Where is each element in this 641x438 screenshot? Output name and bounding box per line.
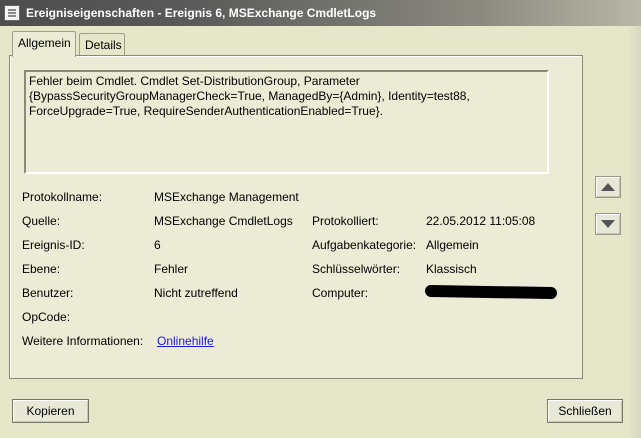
quelle-value: MSExchange CmdletLogs <box>154 214 293 228</box>
aufgabenkategorie-value: Allgemein <box>426 238 479 252</box>
ereignis-id-value: 6 <box>154 238 161 252</box>
event-description-textbox[interactable]: Fehler beim Cmdlet. Cmdlet Set-Distribut… <box>24 70 549 174</box>
description-line: Fehler beim Cmdlet. Cmdlet Set-Distribut… <box>29 74 360 88</box>
protokollname-label: Protokollname: <box>22 190 103 204</box>
benutzer-label: Benutzer: <box>22 286 74 300</box>
close-button[interactable]: Schließen <box>547 399 623 423</box>
next-event-button[interactable] <box>595 213 621 235</box>
window-title: Ereigniseigenschaften - Ereignis 6, MSEx… <box>26 6 377 20</box>
schluesselwoerter-value: Klassisch <box>426 262 477 276</box>
close-button-label: Schließen <box>558 404 612 418</box>
ereignis-id-label: Ereignis-ID: <box>22 238 85 252</box>
protokolliert-label: Protokolliert: <box>312 214 379 228</box>
copy-button-label: Kopieren <box>26 404 75 418</box>
arrow-up-icon <box>601 183 615 191</box>
weitere-informationen-label: Weitere Informationen: <box>22 334 144 348</box>
window-right-edge <box>628 26 641 438</box>
benutzer-value: Nicht zutreffend <box>154 286 238 300</box>
description-line: ForceUpgrade=True, RequireSenderAuthenti… <box>29 104 383 118</box>
quelle-label: Quelle: <box>22 214 61 228</box>
computer-label: Computer: <box>312 286 369 300</box>
event-viewer-icon <box>4 5 20 21</box>
aufgabenkategorie-label: Aufgabenkategorie: <box>312 238 417 252</box>
tab-allgemein-label: Allgemein <box>18 36 71 50</box>
tab-details[interactable]: Details <box>79 33 125 56</box>
tab-details-label: Details <box>85 38 122 52</box>
redacted-computer-name <box>424 284 558 300</box>
ebene-label: Ebene: <box>22 262 61 276</box>
ebene-value: Fehler <box>154 262 189 276</box>
previous-event-button[interactable] <box>595 176 621 198</box>
arrow-down-icon <box>601 220 615 228</box>
copy-button[interactable]: Kopieren <box>12 399 89 423</box>
protokollname-value: MSExchange Management <box>154 190 299 204</box>
description-line: {BypassSecurityGroupManagerCheck=True, M… <box>29 89 470 103</box>
opcode-label: OpCode: <box>22 310 71 324</box>
protokolliert-value: 22.05.2012 11:05:08 <box>426 214 536 228</box>
title-bar[interactable]: Ereigniseigenschaften - Ereignis 6, MSEx… <box>0 0 641 26</box>
onlinehilfe-link[interactable]: Onlinehilfe <box>157 334 214 348</box>
schluesselwoerter-label: Schlüsselwörter: <box>312 262 401 276</box>
tab-allgemein[interactable]: Allgemein <box>12 31 76 57</box>
